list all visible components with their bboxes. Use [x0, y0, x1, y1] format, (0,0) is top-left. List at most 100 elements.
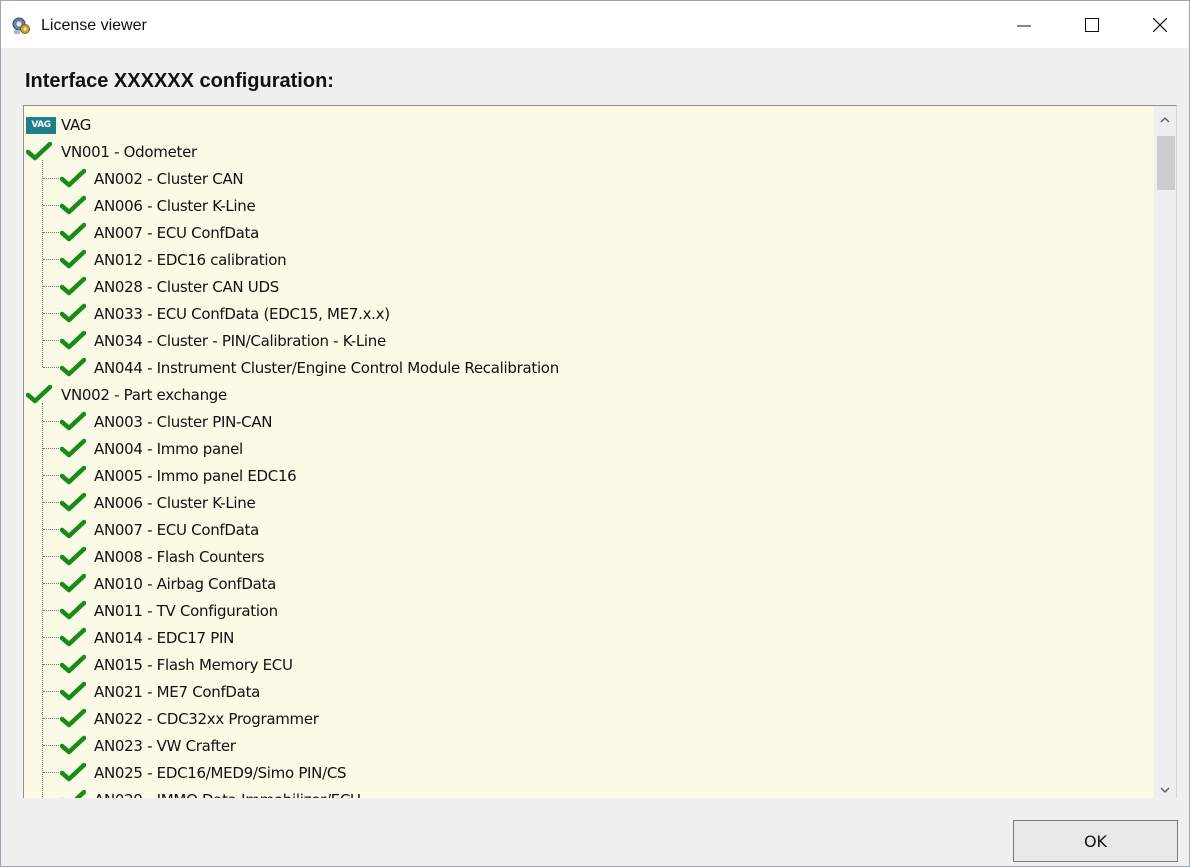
- app-gear-icon: [12, 17, 30, 34]
- tree-guide-line: [42, 403, 43, 798]
- close-button[interactable]: [1129, 1, 1190, 48]
- tree-connector: [43, 448, 61, 449]
- tree-connector: [43, 664, 61, 665]
- tree-item[interactable]: AN003 - Cluster PIN-CAN: [24, 408, 1154, 435]
- tree-item-label: VAG: [61, 116, 92, 134]
- green-check-icon: [60, 168, 86, 188]
- tree-item-label: VN002 - Part exchange: [61, 386, 227, 404]
- tree-item[interactable]: AN014 - EDC17 PIN: [24, 624, 1154, 651]
- green-check-icon: [26, 141, 52, 161]
- tree-item[interactable]: AN021 - ME7 ConfData: [24, 678, 1154, 705]
- maximize-icon: [1085, 17, 1099, 32]
- tree-item-label: AN034 - Cluster - PIN/Calibration - K-Li…: [94, 332, 386, 350]
- minimize-button[interactable]: [993, 1, 1055, 48]
- green-check-icon: [60, 546, 86, 566]
- tree-connector: [43, 178, 61, 179]
- tree-connector: [43, 259, 61, 260]
- vertical-scrollbar[interactable]: [1154, 106, 1176, 798]
- green-check-icon: [60, 492, 86, 512]
- tree-connector: [43, 556, 61, 557]
- tree-item[interactable]: AN006 - Cluster K-Line: [24, 192, 1154, 219]
- tree-item-label: AN002 - Cluster CAN: [94, 170, 244, 188]
- tree-item-label: AN025 - EDC16/MED9/Simo PIN/CS: [94, 764, 347, 782]
- green-check-icon: [60, 303, 86, 323]
- tree-item-label: AN033 - ECU ConfData (EDC15, ME7.x.x): [94, 305, 390, 323]
- tree-item[interactable]: AN010 - Airbag ConfData: [24, 570, 1154, 597]
- tree-item-label: AN005 - Immo panel EDC16: [94, 467, 297, 485]
- tree-item[interactable]: AN022 - CDC32xx Programmer: [24, 705, 1154, 732]
- tree-item-label: AN011 - TV Configuration: [94, 602, 278, 620]
- scroll-down-button[interactable]: [1154, 781, 1176, 798]
- tree-item[interactable]: AN044 - Instrument Cluster/Engine Contro…: [24, 354, 1154, 381]
- tree-item[interactable]: AN006 - Cluster K-Line: [24, 489, 1154, 516]
- tree-item[interactable]: AN005 - Immo panel EDC16: [24, 462, 1154, 489]
- green-check-icon: [60, 465, 86, 485]
- tree-item[interactable]: AN011 - TV Configuration: [24, 597, 1154, 624]
- chevron-up-icon: [1160, 116, 1170, 122]
- green-check-icon: [60, 249, 86, 269]
- tree-item[interactable]: AN002 - Cluster CAN: [24, 165, 1154, 192]
- tree-group[interactable]: VN002 - Part exchange: [24, 381, 1154, 408]
- minimize-icon: [1017, 25, 1031, 26]
- tree-connector: [43, 340, 61, 341]
- green-check-icon: [60, 519, 86, 539]
- tree-item-label: AN044 - Instrument Cluster/Engine Contro…: [94, 359, 559, 377]
- ok-button[interactable]: OK: [1013, 820, 1178, 862]
- tree-item[interactable]: AN012 - EDC16 calibration: [24, 246, 1154, 273]
- tree-item[interactable]: AN025 - EDC16/MED9/Simo PIN/CS: [24, 759, 1154, 786]
- tree-connector: [43, 772, 61, 773]
- green-check-icon: [60, 330, 86, 350]
- tree-group[interactable]: VN001 - Odometer: [24, 138, 1154, 165]
- green-check-icon: [60, 222, 86, 242]
- tree-connector: [43, 232, 61, 233]
- tree-connector: [43, 745, 61, 746]
- green-check-icon: [60, 654, 86, 674]
- tree-item[interactable]: AN007 - ECU ConfData: [24, 219, 1154, 246]
- tree-item-label: AN007 - ECU ConfData: [94, 521, 260, 539]
- vag-brand-icon: VAG: [26, 117, 56, 134]
- green-check-icon: [26, 384, 52, 404]
- tree-guide-line: [42, 160, 43, 367]
- tree-item[interactable]: AN023 - VW Crafter: [24, 732, 1154, 759]
- tree-item[interactable]: AN004 - Immo panel: [24, 435, 1154, 462]
- maximize-button[interactable]: [1061, 1, 1123, 48]
- green-check-icon: [60, 357, 86, 377]
- tree-item[interactable]: AN028 - Cluster CAN UDS: [24, 273, 1154, 300]
- tree-item[interactable]: AN007 - ECU ConfData: [24, 516, 1154, 543]
- tree-item-label: AN007 - ECU ConfData: [94, 224, 260, 242]
- tree-connector: [43, 583, 61, 584]
- tree-connector: [43, 205, 61, 206]
- tree-item-label: AN029 - IMMO Data Immobilizer/ECU: [94, 791, 361, 798]
- scroll-thumb[interactable]: [1157, 136, 1175, 190]
- tree-item[interactable]: AN034 - Cluster - PIN/Calibration - K-Li…: [24, 327, 1154, 354]
- green-check-icon: [60, 735, 86, 755]
- tree-item-label: AN022 - CDC32xx Programmer: [94, 710, 319, 728]
- tree-connector: [43, 475, 61, 476]
- tree-connector: [43, 502, 61, 503]
- green-check-icon: [60, 573, 86, 593]
- tree-item-label: AN028 - Cluster CAN UDS: [94, 278, 279, 296]
- chevron-down-icon: [1160, 787, 1170, 793]
- configuration-heading: Interface XXXXXX configuration:: [25, 70, 334, 92]
- green-check-icon: [60, 438, 86, 458]
- tree-item-label: AN021 - ME7 ConfData: [94, 683, 261, 701]
- tree-item[interactable]: AN029 - IMMO Data Immobilizer/ECU: [24, 786, 1154, 798]
- scroll-up-button[interactable]: [1154, 111, 1176, 127]
- tree-item-label: AN012 - EDC16 calibration: [94, 251, 287, 269]
- green-check-icon: [60, 762, 86, 782]
- green-check-icon: [60, 789, 86, 798]
- tree-item[interactable]: AN008 - Flash Counters: [24, 543, 1154, 570]
- green-check-icon: [60, 411, 86, 431]
- tree-item-label: AN023 - VW Crafter: [94, 737, 236, 755]
- tree-root-vag[interactable]: VAG VAG: [24, 111, 1154, 138]
- title-bar: License viewer: [1, 1, 1189, 48]
- tree-item[interactable]: AN015 - Flash Memory ECU: [24, 651, 1154, 678]
- license-tree-view[interactable]: VAG VAG VN001 - Odometer AN002 - Cluster CA…: [23, 105, 1177, 798]
- tree-item-label: VN001 - Odometer: [61, 143, 197, 161]
- tree-item-label: AN006 - Cluster K-Line: [94, 197, 256, 215]
- tree-item-label: AN003 - Cluster PIN-CAN: [94, 413, 273, 431]
- tree-item[interactable]: AN033 - ECU ConfData (EDC15, ME7.x.x): [24, 300, 1154, 327]
- tree-item-label: AN014 - EDC17 PIN: [94, 629, 235, 647]
- green-check-icon: [60, 708, 86, 728]
- tree-connector: [43, 313, 61, 314]
